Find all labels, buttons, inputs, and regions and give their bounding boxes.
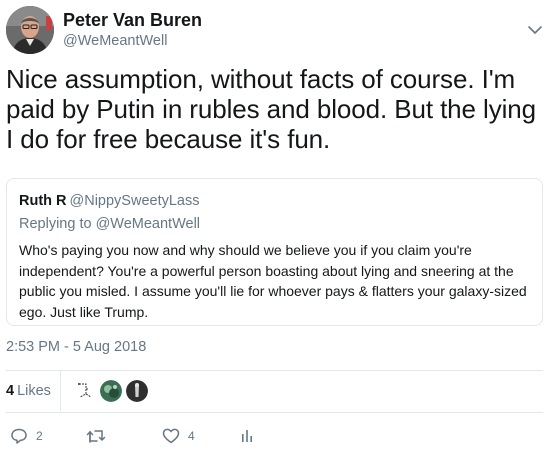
likes-count: 4	[6, 383, 15, 399]
quoted-tweet-author: Ruth R @NippySweetyLass	[19, 193, 200, 209]
author-handle[interactable]: @WeMeantWell	[63, 33, 167, 49]
analytics-icon	[242, 430, 252, 442]
author-name[interactable]: Peter Van Buren	[63, 10, 202, 31]
divider	[6, 370, 543, 371]
likes-label: Likes	[17, 383, 51, 399]
author-avatar[interactable]	[6, 6, 54, 54]
liker-avatar[interactable]	[100, 380, 122, 402]
stats-separator	[60, 371, 61, 411]
quoted-author-handle: @NippySweetyLass	[69, 193, 200, 209]
retweet-icon	[86, 430, 106, 443]
reply-count: 2	[36, 429, 43, 443]
divider	[6, 412, 543, 413]
replying-to-handle-link[interactable]: @WeMeantWell	[96, 216, 200, 232]
replying-to-prefix: Replying to	[19, 216, 92, 232]
retweet-button[interactable]	[86, 425, 114, 447]
reply-icon	[11, 428, 27, 444]
tweet-timestamp[interactable]: 2:53 PM - 5 Aug 2018	[6, 339, 146, 355]
author-avatar-image	[6, 6, 54, 54]
like-button[interactable]: 4	[162, 425, 195, 447]
liker-avatar[interactable]	[74, 380, 96, 402]
chevron-down-icon[interactable]	[527, 24, 543, 36]
heart-icon	[162, 428, 180, 444]
tweet-text: Nice assumption, without facts of course…	[6, 64, 537, 154]
replying-to-line: Replying to @WeMeantWell	[19, 216, 200, 232]
analytics-button[interactable]	[239, 425, 255, 447]
likes-stat[interactable]: 4 Likes	[6, 383, 51, 399]
quoted-tweet-card[interactable]: Ruth R @NippySweetyLass Replying to @WeMe…	[6, 178, 543, 326]
reply-button[interactable]: 2	[10, 425, 43, 447]
like-count: 4	[188, 429, 195, 443]
liker-avatar[interactable]	[126, 380, 148, 402]
quoted-author-name: Ruth R	[19, 193, 67, 209]
quoted-tweet-text: Who's paying you now and why should we b…	[19, 242, 527, 320]
